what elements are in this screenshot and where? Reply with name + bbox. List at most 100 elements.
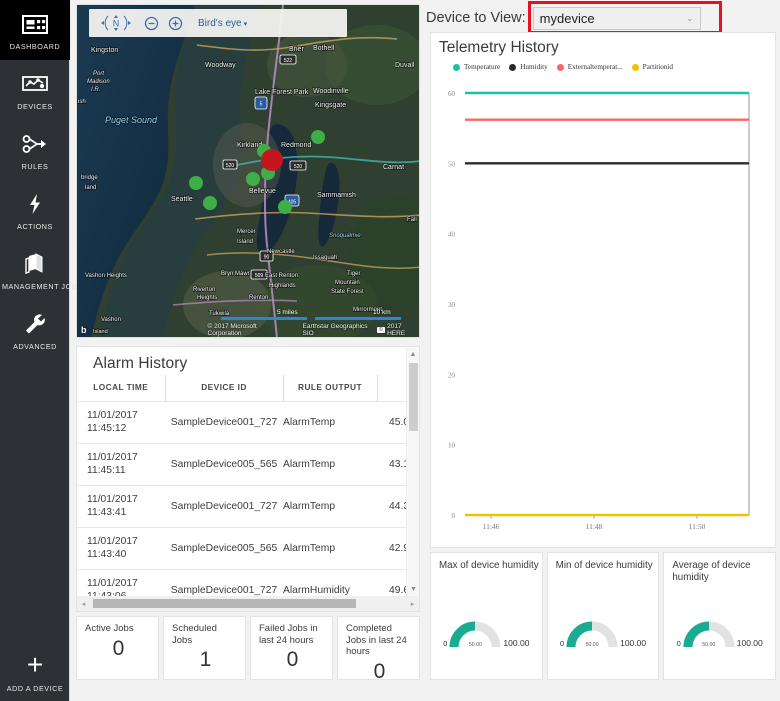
table-row[interactable]: 11/01/2017 11:45:11 SampleDevice005_565 Ala… xyxy=(77,443,406,486)
map-scale-bar: 5 miles 10 km xyxy=(221,309,411,322)
svg-text:Tiger: Tiger xyxy=(347,271,360,277)
column-header-value[interactable]: VALUE xyxy=(377,375,406,402)
cell-rule-output: AlarmTemp xyxy=(283,527,377,570)
svg-text:20: 20 xyxy=(448,371,456,379)
svg-text:Mercer: Mercer xyxy=(237,229,256,235)
iot-dashboard-page: DASHBOARD DEVICES RULES ACTIONS MANAGEME… xyxy=(0,0,780,701)
svg-text:I.R.: I.R. xyxy=(91,87,100,93)
table-row[interactable]: 11/01/2017 11:43:40 SampleDevice005_565 Ala… xyxy=(77,527,406,570)
svg-text:Bryn Mawr: Bryn Mawr xyxy=(221,271,250,277)
table-row[interactable]: 11/01/2017 11:43:41 SampleDevice001_727 Ala… xyxy=(77,485,406,528)
alarm-table-vertical-scrollbar[interactable]: ▲ ▼ xyxy=(406,348,419,596)
legend-label: Externaltemperat... xyxy=(567,63,623,71)
svg-text:Seattle: Seattle xyxy=(171,196,193,203)
gauge-arc: 50.00 xyxy=(449,621,501,649)
svg-text:522: 522 xyxy=(284,58,293,64)
management-jobs-icon xyxy=(2,251,68,277)
sidebar-item-dashboard[interactable]: DASHBOARD xyxy=(0,0,70,60)
chevron-down-icon: ▾ xyxy=(243,20,248,28)
svg-text:Port: Port xyxy=(93,71,104,77)
map-toolbar[interactable]: N Bird's eye ▾ xyxy=(89,9,347,37)
gauge-card-max-humidity: Max of device humidity 0 50.00 100.00 xyxy=(430,552,543,680)
sidebar-item-label: ADVANCED xyxy=(13,342,57,351)
zoom-in-icon[interactable] xyxy=(168,16,183,31)
legend-item-externaltemperature[interactable]: Externaltemperat... xyxy=(556,63,623,71)
svg-text:Kingston: Kingston xyxy=(91,47,118,54)
svg-text:Bellevue: Bellevue xyxy=(249,188,276,195)
left-navigation-sidebar: DASHBOARD DEVICES RULES ACTIONS MANAGEME… xyxy=(0,0,82,701)
dashboard-icon xyxy=(2,11,68,37)
svg-text:520: 520 xyxy=(226,163,235,169)
column-header-device-id[interactable]: DEVICE ID xyxy=(165,375,284,402)
svg-text:Duvall: Duvall xyxy=(395,62,415,69)
horizontal-scroll-thumb[interactable] xyxy=(93,599,356,608)
legend-item-partitionid[interactable]: Partitionid xyxy=(631,63,674,71)
scroll-up-arrow-icon[interactable]: ▲ xyxy=(407,348,419,361)
table-header-row: LOCAL TIME DEVICE ID RULE OUTPUT VALUE xyxy=(77,375,406,402)
legend-item-humidity[interactable]: Humidity xyxy=(509,63,548,71)
legend-label: Partitionid xyxy=(642,63,674,71)
sidebar-item-management-jobs[interactable]: MANAGEMENT JOBS xyxy=(0,240,82,300)
svg-text:5: 5 xyxy=(260,102,263,108)
sidebar-item-devices[interactable]: DEVICES xyxy=(0,60,70,120)
telemetry-line-chart[interactable]: 0 10 20 30 40 50 60 11:46 11:48 11:50 xyxy=(431,85,767,543)
scroll-left-arrow-icon[interactable]: ◂ xyxy=(77,600,90,608)
gauge-arc: 50.00 xyxy=(683,621,735,649)
device-select-dropdown[interactable]: mydevice ⌄ xyxy=(532,6,701,30)
map-view-mode-dropdown[interactable]: Bird's eye ▾ xyxy=(198,18,247,29)
gauge-min-value: 0 xyxy=(559,639,565,648)
legend-color-dot xyxy=(631,63,639,71)
column-header-rule-output[interactable]: RULE OUTPUT xyxy=(283,375,378,402)
svg-text:Redmond: Redmond xyxy=(281,142,311,149)
devices-icon xyxy=(2,71,68,97)
svg-text:Bothell: Bothell xyxy=(313,45,335,52)
bing-logo: b xyxy=(81,324,87,335)
alarm-history-table-viewport: LOCAL TIME DEVICE ID RULE OUTPUT VALUE 1… xyxy=(77,375,406,596)
table-row[interactable]: 11/01/2017 11:43:06 SampleDevice001_727 Ala… xyxy=(77,569,406,596)
legend-item-temperature[interactable]: Temperature xyxy=(453,63,500,71)
telemetry-history-title: Telemetry History xyxy=(439,39,559,56)
rules-icon xyxy=(2,131,68,157)
device-select-value: mydevice xyxy=(539,10,595,26)
alarm-history-table-body: 11/01/2017 11:45:12 SampleDevice001_727 Ala… xyxy=(77,401,406,596)
gauge-label: Average of device humidity xyxy=(672,560,751,583)
map-imagery: 5 405 520 90 509 522 520 Kingston Woodwa… xyxy=(77,5,419,337)
svg-text:Lake Forest Park: Lake Forest Park xyxy=(255,89,309,96)
scroll-right-arrow-icon[interactable]: ▸ xyxy=(406,600,419,608)
chart-legend: Temperature Humidity Externaltemperat...… xyxy=(431,57,775,71)
cell-local-time: 11/01/2017 11:45:12 xyxy=(77,401,165,444)
svg-text:50: 50 xyxy=(448,160,456,168)
column-header-local-time[interactable]: LOCAL TIME xyxy=(77,375,166,402)
gauge-label: Max of device humidity xyxy=(439,560,539,571)
svg-text:land: land xyxy=(85,185,96,191)
legend-color-dot xyxy=(453,63,460,71)
vertical-scroll-thumb[interactable] xyxy=(409,363,418,431)
sidebar-item-advanced[interactable]: ADVANCED xyxy=(0,300,70,360)
horizontal-scroll-track[interactable] xyxy=(90,598,406,609)
job-card-label: Failed Jobs in last 24 hours xyxy=(259,623,318,646)
map-attribution: b © 2017 Microsoft Corporation Earthstar… xyxy=(77,323,419,337)
add-a-device-button[interactable]: + ADD A DEVICE xyxy=(0,651,70,694)
alarm-history-table: LOCAL TIME DEVICE ID RULE OUTPUT VALUE 1… xyxy=(77,375,406,596)
svg-text:0: 0 xyxy=(452,512,456,520)
svg-text:Renton: Renton xyxy=(249,295,268,301)
svg-text:Riverton: Riverton xyxy=(193,287,215,293)
sidebar-item-actions[interactable]: ACTIONS xyxy=(0,180,70,240)
cell-value: 49.68 xyxy=(377,569,406,596)
legend-label: Humidity xyxy=(520,63,548,71)
scroll-down-arrow-icon[interactable]: ▼ xyxy=(407,583,420,596)
table-row[interactable]: 11/01/2017 11:45:12 SampleDevice001_727 Ala… xyxy=(77,401,406,444)
job-card-completed-jobs: Completed Jobs in last 24 hours 0 xyxy=(337,616,420,683)
cell-value: 45.01 xyxy=(377,401,406,444)
right-content-column: Device to View: mydevice ⌄ Telemetry His… xyxy=(426,0,780,701)
compass-north-icon[interactable]: N xyxy=(97,12,135,34)
device-location-map[interactable]: 5 405 520 90 509 522 520 Kingston Woodwa… xyxy=(76,4,420,338)
chevron-down-icon: ⌄ xyxy=(686,12,694,23)
zoom-out-icon[interactable] xyxy=(144,16,159,31)
svg-text:520: 520 xyxy=(294,164,303,170)
alarm-table-horizontal-scrollbar[interactable]: ◂ ▸ xyxy=(77,596,419,611)
cell-local-time: 11/01/2017 11:43:40 xyxy=(77,527,165,570)
svg-text:11:50: 11:50 xyxy=(689,522,706,531)
sidebar-item-rules[interactable]: RULES xyxy=(0,120,70,180)
cell-value: 44.31 xyxy=(377,485,406,528)
